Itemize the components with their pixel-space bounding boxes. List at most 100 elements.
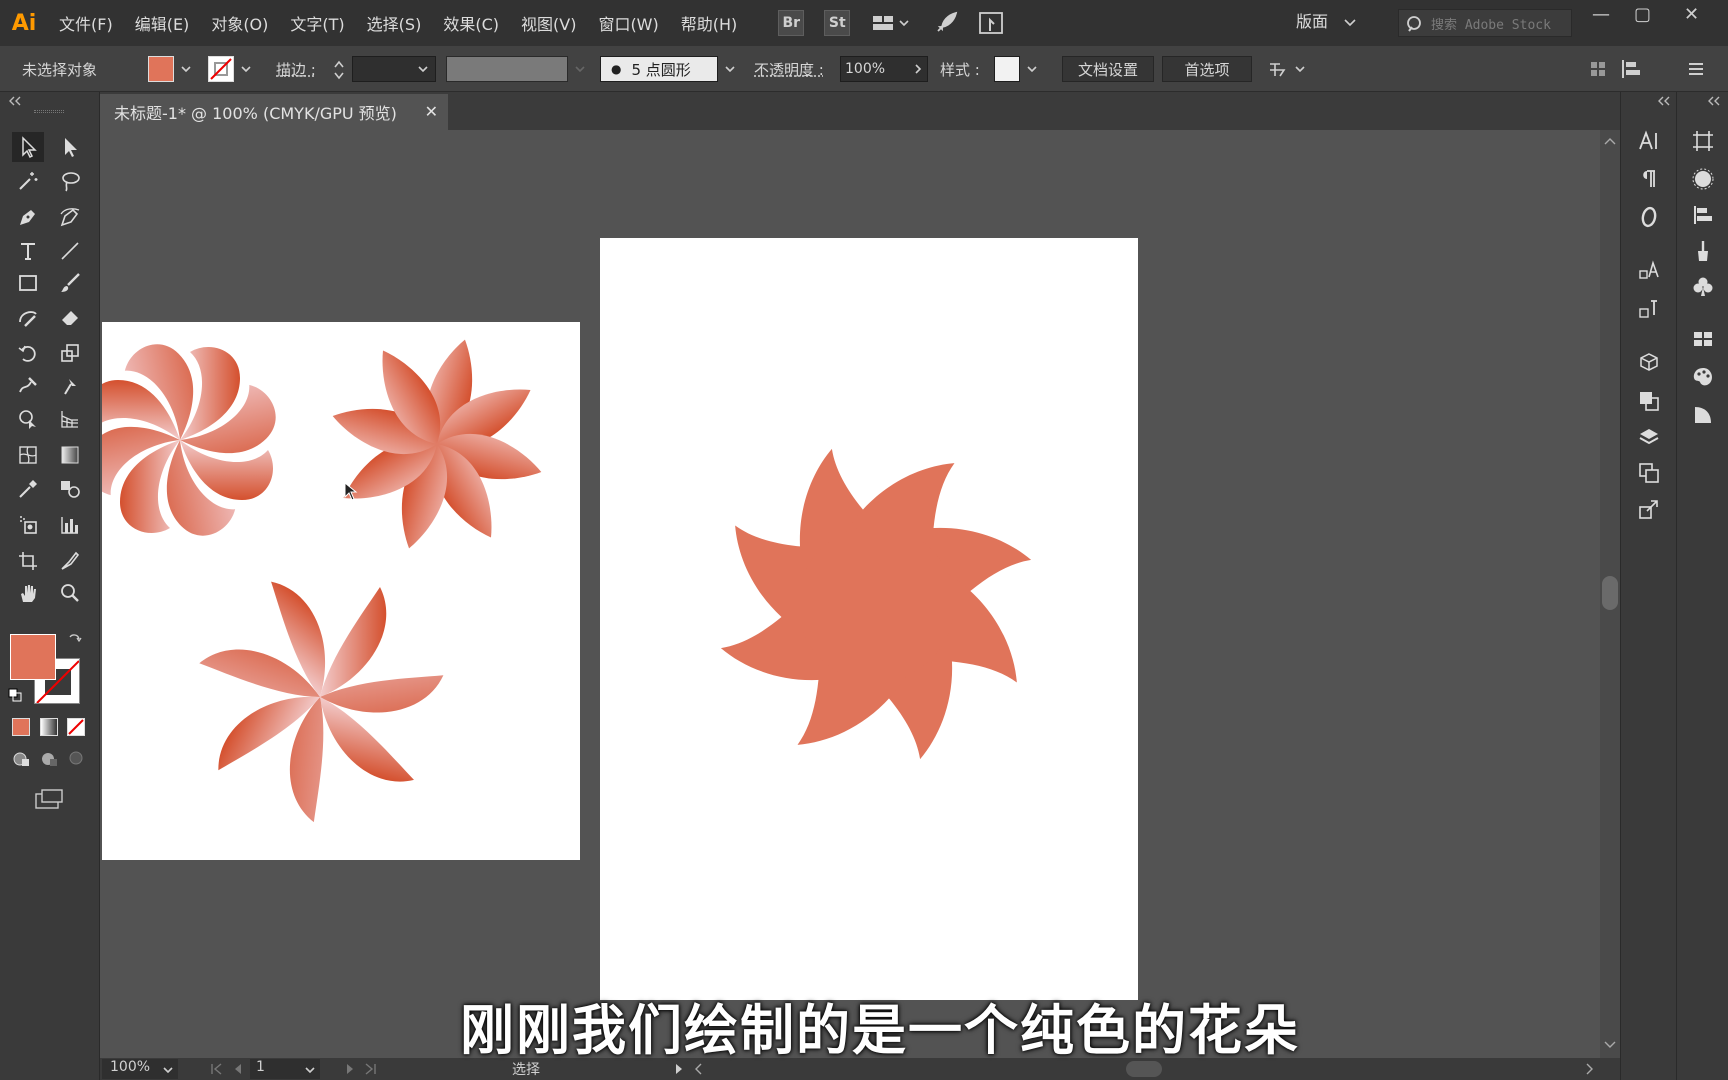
- opacity-label[interactable]: 不透明度 :: [754, 56, 824, 82]
- graphic-style-swatch[interactable]: [994, 56, 1020, 82]
- shape-builder-tool[interactable]: [12, 404, 44, 434]
- solid-flower[interactable]: [706, 434, 1046, 774]
- scale-tool[interactable]: [54, 338, 86, 368]
- stroke-weight-input[interactable]: [352, 56, 436, 82]
- gradient-panel-button[interactable]: [1688, 400, 1718, 430]
- type-tool[interactable]: [12, 236, 44, 266]
- document-setup-button[interactable]: 文档设置: [1062, 56, 1154, 82]
- eraser-tool[interactable]: [54, 302, 86, 332]
- collapse-panel-icon[interactable]: [8, 96, 22, 106]
- opacity-input[interactable]: 100%: [840, 56, 928, 82]
- bridge-button[interactable]: Br: [778, 10, 805, 36]
- menu-object[interactable]: 对象(O): [200, 11, 279, 35]
- line-tool[interactable]: [54, 236, 86, 266]
- fill-swatch[interactable]: [148, 56, 174, 82]
- stock-button[interactable]: St: [824, 10, 851, 36]
- selection-tool[interactable]: [12, 132, 44, 162]
- layers-panel-button[interactable]: [1634, 422, 1664, 452]
- close-button[interactable]: ✕: [1684, 4, 1699, 25]
- artboards-panel-button[interactable]: [1634, 458, 1664, 488]
- menu-window[interactable]: 窗口(W): [587, 11, 669, 35]
- vertical-scroll-thumb[interactable]: [1602, 576, 1618, 610]
- appearance-panel-button[interactable]: [1688, 164, 1718, 194]
- hand-tool[interactable]: [12, 578, 44, 608]
- variable-width-profile[interactable]: [446, 56, 568, 82]
- star-gradient-flower[interactable]: [327, 334, 546, 553]
- direct-selection-tool[interactable]: [54, 132, 86, 162]
- artboard-number-field[interactable]: 1: [250, 1059, 320, 1079]
- gradient-tool[interactable]: [54, 440, 86, 470]
- rectangle-tool[interactable]: [12, 268, 44, 298]
- opentype-panel-button[interactable]: [1634, 202, 1664, 232]
- zoom-tool[interactable]: [54, 578, 86, 608]
- artboard-tool[interactable]: [12, 546, 44, 576]
- asset-export-button[interactable]: [1634, 494, 1664, 524]
- draw-inside-icon[interactable]: [68, 750, 84, 766]
- first-artboard-icon[interactable]: [210, 1063, 224, 1075]
- eyedropper-tool[interactable]: [12, 474, 44, 504]
- paintbrush-tool[interactable]: [54, 268, 86, 298]
- rotate-tool[interactable]: [12, 338, 44, 368]
- menu-effect[interactable]: 效果(C): [432, 11, 510, 35]
- align-panel-icon[interactable]: [1588, 59, 1608, 85]
- slice-tool[interactable]: [54, 546, 86, 576]
- chevron-down-icon[interactable]: [724, 64, 736, 90]
- menu-file[interactable]: 文件(F): [48, 11, 124, 35]
- character-panel-button[interactable]: [1634, 126, 1664, 156]
- document-tab[interactable]: 未标题-1* @ 100% (CMYK/GPU 预览) ✕: [100, 94, 448, 130]
- screen-mode-icon[interactable]: [34, 788, 64, 810]
- stock-search-input[interactable]: 搜索 Adobe Stock: [1398, 9, 1572, 37]
- transparency-panel-button[interactable]: [1634, 386, 1664, 416]
- brushes-panel-button[interactable]: [1688, 236, 1718, 266]
- draw-normal-icon[interactable]: [12, 750, 32, 768]
- swatches-panel-button[interactable]: [1688, 324, 1718, 354]
- arrange-documents-button[interactable]: [872, 14, 910, 32]
- preferences-button[interactable]: 首选项: [1162, 56, 1252, 82]
- color-mode-button[interactable]: [12, 718, 30, 736]
- swap-colors-icon[interactable]: [68, 632, 82, 646]
- none-mode-button[interactable]: [67, 718, 85, 736]
- chevron-down-icon[interactable]: [1026, 64, 1038, 90]
- shaper-tool[interactable]: [12, 302, 44, 332]
- collapse-panel-icon[interactable]: [1707, 96, 1721, 106]
- warp-tool[interactable]: [12, 370, 44, 400]
- gpu-rocket-icon[interactable]: [934, 11, 958, 35]
- color-guide-button[interactable]: [1688, 362, 1718, 392]
- pen-tool[interactable]: [12, 202, 44, 232]
- character-styles-button[interactable]: [1634, 256, 1664, 286]
- minimize-button[interactable]: —: [1592, 4, 1610, 25]
- distribute-icon[interactable]: [1620, 58, 1644, 84]
- puppet-warp-tool[interactable]: [54, 370, 86, 400]
- gradient-mode-button[interactable]: [40, 718, 58, 736]
- 3d-materials-button[interactable]: [1634, 348, 1664, 378]
- maximize-button[interactable]: ▢: [1634, 4, 1651, 25]
- next-artboard-icon[interactable]: [344, 1063, 356, 1075]
- stroke-stepper-icon[interactable]: [332, 58, 346, 84]
- transform-options-icon[interactable]: [1266, 58, 1290, 84]
- blend-tool[interactable]: [54, 474, 86, 504]
- scroll-up-icon[interactable]: [1603, 136, 1617, 146]
- chevron-down-icon[interactable]: [180, 64, 192, 90]
- paragraph-panel-button[interactable]: [1634, 164, 1664, 194]
- menu-select[interactable]: 选择(S): [356, 11, 433, 35]
- symbols-panel-button[interactable]: [1688, 272, 1718, 302]
- pinwheel-flower[interactable]: [198, 577, 447, 825]
- symbol-sprayer-tool[interactable]: [12, 510, 44, 540]
- menu-view[interactable]: 视图(V): [510, 11, 587, 35]
- stroke-swatch[interactable]: [208, 56, 234, 82]
- spiral-flower[interactable]: [84, 332, 288, 548]
- collapse-panel-icon[interactable]: [1657, 96, 1671, 106]
- mesh-tool[interactable]: [12, 440, 44, 470]
- align-panel-button[interactable]: [1688, 200, 1718, 230]
- curvature-tool[interactable]: [54, 202, 86, 232]
- default-colors-icon[interactable]: [8, 688, 22, 702]
- chevron-down-icon[interactable]: [574, 64, 586, 90]
- transform-panel-button[interactable]: [1688, 126, 1718, 156]
- previous-artboard-icon[interactable]: [232, 1063, 244, 1075]
- artboard-1[interactable]: [84, 322, 580, 860]
- brush-definition[interactable]: ● 5 点圆形: [600, 56, 718, 82]
- fill-color-front[interactable]: [10, 634, 56, 680]
- panel-grip[interactable]: [34, 110, 64, 113]
- touch-workspace-icon[interactable]: [978, 11, 1004, 35]
- magic-wand-tool[interactable]: [12, 166, 44, 196]
